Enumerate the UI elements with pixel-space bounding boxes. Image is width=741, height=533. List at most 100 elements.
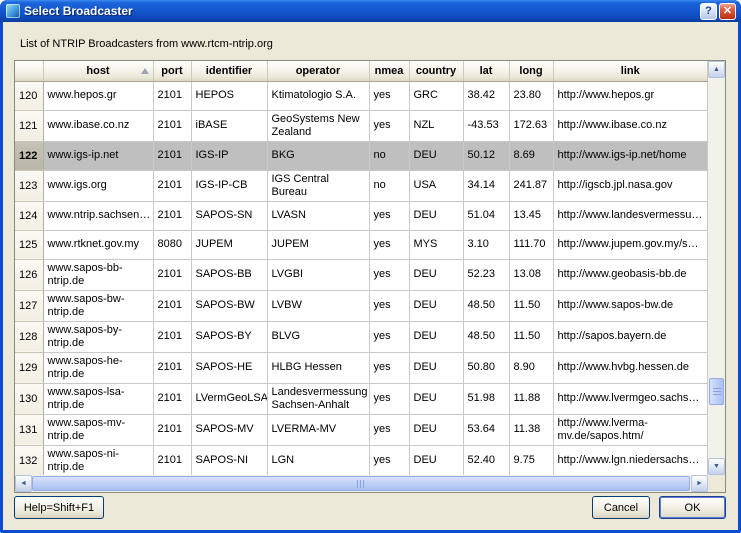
horizontal-scrollbar-track[interactable]	[32, 475, 691, 492]
table-row[interactable]: 125www.rtknet.gov.my8080JUPEMJUPEMyesMYS…	[15, 230, 708, 259]
table-row[interactable]: 121www.ibase.co.nz2101iBASEGeoSystems Ne…	[15, 110, 708, 141]
cell-link[interactable]: http://www.lgn.niedersachs…	[553, 445, 708, 475]
cell-nmea[interactable]: yes	[369, 352, 409, 383]
cell-long[interactable]: 13.08	[509, 259, 553, 290]
cell-host[interactable]: www.ntrip.sachsen…	[43, 201, 153, 230]
cell-port[interactable]: 2101	[153, 259, 191, 290]
row-number[interactable]: 127	[15, 290, 43, 321]
table-row[interactable]: 128www.sapos-by-ntrip.de2101SAPOS-BYBLVG…	[15, 321, 708, 352]
cell-lat[interactable]: 48.50	[463, 321, 509, 352]
cell-country[interactable]: USA	[409, 170, 463, 201]
cell-nmea[interactable]: yes	[369, 201, 409, 230]
table-row[interactable]: 122www.igs-ip.net2101IGS-IPBKGnoDEU50.12…	[15, 141, 708, 170]
cell-identifier[interactable]: HEPOS	[191, 81, 267, 110]
cell-port[interactable]: 2101	[153, 321, 191, 352]
cell-lat[interactable]: 51.98	[463, 383, 509, 414]
column-header-port[interactable]: port	[153, 61, 191, 81]
cell-country[interactable]: DEU	[409, 259, 463, 290]
cell-host[interactable]: www.sapos-by-ntrip.de	[43, 321, 153, 352]
cell-operator[interactable]: BKG	[267, 141, 369, 170]
row-number[interactable]: 132	[15, 445, 43, 475]
cell-host[interactable]: www.igs.org	[43, 170, 153, 201]
cell-lat[interactable]: 52.23	[463, 259, 509, 290]
cell-operator[interactable]: LVERMA-MV	[267, 414, 369, 445]
cell-long[interactable]: 11.88	[509, 383, 553, 414]
cell-country[interactable]: DEU	[409, 414, 463, 445]
cell-port[interactable]: 2101	[153, 201, 191, 230]
scroll-left-button[interactable]: ◄	[15, 475, 32, 492]
row-number[interactable]: 126	[15, 259, 43, 290]
cell-port[interactable]: 2101	[153, 445, 191, 475]
cell-link[interactable]: http://www.jupem.gov.my/s…	[553, 230, 708, 259]
cell-long[interactable]: 172.63	[509, 110, 553, 141]
cell-port[interactable]: 2101	[153, 383, 191, 414]
cell-identifier[interactable]: IGS-IP-CB	[191, 170, 267, 201]
cell-nmea[interactable]: yes	[369, 110, 409, 141]
column-header-rownum[interactable]	[15, 61, 43, 81]
cell-country[interactable]: DEU	[409, 141, 463, 170]
cell-host[interactable]: www.ibase.co.nz	[43, 110, 153, 141]
column-header-identifier[interactable]: identifier	[191, 61, 267, 81]
cell-nmea[interactable]: no	[369, 141, 409, 170]
row-number[interactable]: 121	[15, 110, 43, 141]
vertical-scrollbar[interactable]: ▲ ▼	[708, 61, 725, 475]
cell-link[interactable]: http://www.igs-ip.net/home	[553, 141, 708, 170]
cell-nmea[interactable]: yes	[369, 259, 409, 290]
cell-port[interactable]: 2101	[153, 414, 191, 445]
scroll-right-button[interactable]: ►	[691, 475, 708, 492]
cell-nmea[interactable]: yes	[369, 445, 409, 475]
cell-lat[interactable]: 3.10	[463, 230, 509, 259]
cell-nmea[interactable]: yes	[369, 321, 409, 352]
cell-link[interactable]: http://www.geobasis-bb.de	[553, 259, 708, 290]
row-number[interactable]: 124	[15, 201, 43, 230]
cell-host[interactable]: www.sapos-mv-ntrip.de	[43, 414, 153, 445]
cell-identifier[interactable]: iBASE	[191, 110, 267, 141]
cell-port[interactable]: 2101	[153, 352, 191, 383]
table-row[interactable]: 132www.sapos-ni-ntrip.de2101SAPOS-NILGNy…	[15, 445, 708, 475]
cell-link[interactable]: http://igscb.jpl.nasa.gov	[553, 170, 708, 201]
cell-country[interactable]: DEU	[409, 352, 463, 383]
cell-long[interactable]: 23.80	[509, 81, 553, 110]
cell-lat[interactable]: 53.64	[463, 414, 509, 445]
cell-identifier[interactable]: SAPOS-BB	[191, 259, 267, 290]
cell-long[interactable]: 9.75	[509, 445, 553, 475]
cell-port[interactable]: 8080	[153, 230, 191, 259]
cell-lat[interactable]: 50.12	[463, 141, 509, 170]
cell-nmea[interactable]: yes	[369, 230, 409, 259]
cell-country[interactable]: MYS	[409, 230, 463, 259]
cell-port[interactable]: 2101	[153, 81, 191, 110]
cell-link[interactable]: http://www.ibase.co.nz	[553, 110, 708, 141]
row-number[interactable]: 131	[15, 414, 43, 445]
cell-long[interactable]: 111.70	[509, 230, 553, 259]
scroll-down-button[interactable]: ▼	[708, 458, 725, 475]
cell-host[interactable]: www.sapos-he-ntrip.de	[43, 352, 153, 383]
cancel-button[interactable]: Cancel	[592, 496, 650, 519]
table-row[interactable]: 129www.sapos-he-ntrip.de2101SAPOS-HEHLBG…	[15, 352, 708, 383]
cell-host[interactable]: www.sapos-lsa-ntrip.de	[43, 383, 153, 414]
cell-operator[interactable]: Ktimatologio S.A.	[267, 81, 369, 110]
cell-operator[interactable]: HLBG Hessen	[267, 352, 369, 383]
row-number[interactable]: 123	[15, 170, 43, 201]
cell-country[interactable]: DEU	[409, 321, 463, 352]
cell-link[interactable]: http://www.lverma-mv.de/sapos.htm/	[553, 414, 708, 445]
cell-country[interactable]: DEU	[409, 445, 463, 475]
cell-country[interactable]: DEU	[409, 290, 463, 321]
cell-host[interactable]: www.rtknet.gov.my	[43, 230, 153, 259]
cell-host[interactable]: www.sapos-ni-ntrip.de	[43, 445, 153, 475]
cell-country[interactable]: DEU	[409, 201, 463, 230]
cell-operator[interactable]: LVBW	[267, 290, 369, 321]
cell-host[interactable]: www.sapos-bb-ntrip.de	[43, 259, 153, 290]
row-number[interactable]: 120	[15, 81, 43, 110]
cell-country[interactable]: GRC	[409, 81, 463, 110]
cell-host[interactable]: www.igs-ip.net	[43, 141, 153, 170]
cell-lat[interactable]: 48.50	[463, 290, 509, 321]
vertical-scrollbar-track[interactable]	[708, 78, 725, 458]
cell-identifier[interactable]: SAPOS-BW	[191, 290, 267, 321]
row-number[interactable]: 128	[15, 321, 43, 352]
cell-port[interactable]: 2101	[153, 141, 191, 170]
cell-operator[interactable]: GeoSystems New Zealand	[267, 110, 369, 141]
cell-identifier[interactable]: SAPOS-NI	[191, 445, 267, 475]
cell-port[interactable]: 2101	[153, 170, 191, 201]
cell-long[interactable]: 11.50	[509, 321, 553, 352]
row-number[interactable]: 122	[15, 141, 43, 170]
